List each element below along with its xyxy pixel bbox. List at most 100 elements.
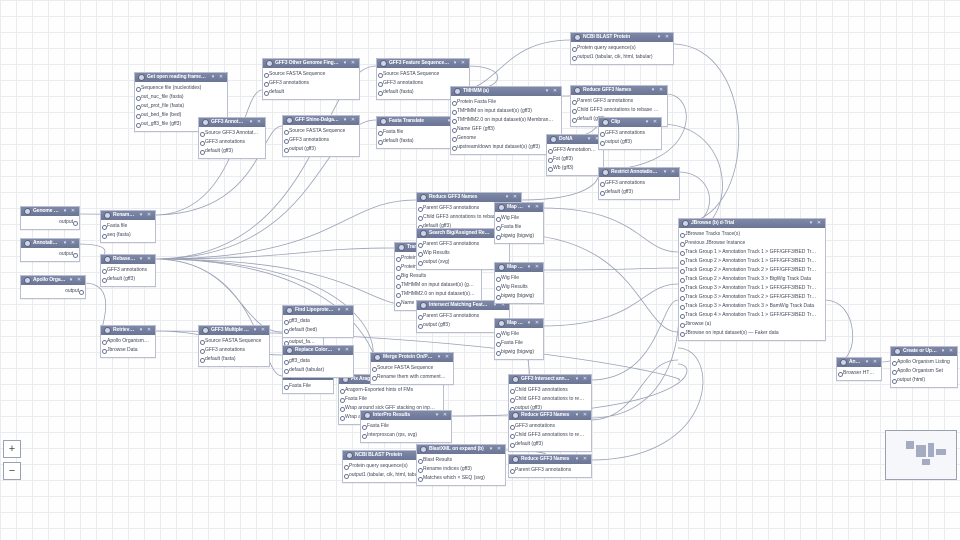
workflow-node[interactable]: Find Lipoprotein (b)▾✕gff3_datadefault (… xyxy=(282,305,354,338)
workflow-node[interactable]: Reduce GFF3 Names▾✕GFF3 annotationsChild… xyxy=(508,410,592,452)
gear-icon[interactable] xyxy=(380,118,387,125)
gear-icon[interactable] xyxy=(512,376,519,383)
workflow-node[interactable]: Annotate▾✕Browser HTML Output xyxy=(836,357,882,381)
node-header[interactable]: TMHMM (a)▾✕ xyxy=(451,87,561,96)
collapse-icon[interactable]: ▾ xyxy=(436,355,442,361)
input-port[interactable]: GFF3 Annotations (a) xyxy=(547,146,603,155)
collapse-icon[interactable]: ▾ xyxy=(574,457,580,463)
input-port[interactable]: GFF3 annotations xyxy=(101,266,155,275)
gear-icon[interactable] xyxy=(420,230,427,237)
collapse-icon[interactable]: ▾ xyxy=(808,221,814,227)
workflow-node[interactable]: NCBI BLAST Protein▾✕Protein query sequen… xyxy=(570,32,674,65)
collapse-icon[interactable]: ▾ xyxy=(210,75,216,81)
input-port[interactable]: Track Group 3 > Annotation Track 3 > Bam… xyxy=(679,302,825,311)
workflow-node[interactable]: Create or Update Organism (a)▾✕Apollo Or… xyxy=(890,346,958,388)
workflow-node[interactable]: GFF Shine-Dalgarno (s)▾✕Source FASTA Seq… xyxy=(282,115,360,157)
workflow-node[interactable]: Rebase GFF3 File▾✕GFF3 annotationsdefaul… xyxy=(100,254,156,287)
input-port[interactable]: out_nuc_file (fasta) xyxy=(135,93,227,102)
gear-icon[interactable] xyxy=(602,169,609,176)
gear-icon[interactable] xyxy=(104,327,111,334)
node-header[interactable]: Map to BigWig▾✕ xyxy=(495,203,543,212)
gear-icon[interactable] xyxy=(512,456,519,463)
close-icon[interactable]: ✕ xyxy=(146,257,152,263)
collapse-icon[interactable]: ▾ xyxy=(656,35,662,41)
input-port[interactable]: Track Group 1 > Annotation Track 1 > GFF… xyxy=(679,248,825,257)
workflow-node[interactable]: Restrict Annotation Feature (a)▾✕GFF3 an… xyxy=(598,167,680,200)
input-port[interactable]: Source FASTA Sequence xyxy=(377,70,469,79)
node-header[interactable]: JBrowse (b) d-Trial▾✕ xyxy=(679,219,825,228)
node-header[interactable]: Map to BigWig▾✕ xyxy=(495,263,543,272)
input-port[interactable]: default xyxy=(263,88,359,97)
input-port[interactable]: out_prot_file (fasta) xyxy=(135,102,227,111)
collapse-icon[interactable]: ▾ xyxy=(434,413,440,419)
workflow-node[interactable]: GFF3 Annotation Set (a)▾✕Source GFF3 Ann… xyxy=(198,117,266,159)
input-port[interactable]: GFF3 annotations xyxy=(283,136,359,145)
input-port[interactable]: Child GFF3 annotations xyxy=(509,386,591,395)
close-icon[interactable]: ✕ xyxy=(582,457,588,463)
workflow-node[interactable]: BlastXML on expand (b)▾✕Blast ResultsRen… xyxy=(416,444,506,486)
close-icon[interactable]: ✕ xyxy=(218,75,224,81)
node-header[interactable]: Clip▾✕ xyxy=(599,118,661,127)
collapse-icon[interactable]: ▾ xyxy=(488,447,494,453)
input-port[interactable]: Wig File xyxy=(495,330,543,339)
input-port[interactable]: Source FASTA Sequence xyxy=(263,70,359,79)
close-icon[interactable]: ✕ xyxy=(70,241,76,247)
node-header[interactable]: Retrieve Jbrowse (a)▾✕ xyxy=(101,326,155,335)
gear-icon[interactable] xyxy=(202,327,209,334)
collapse-icon[interactable]: ▾ xyxy=(544,89,550,95)
node-header[interactable]: GFF3 Other Genome Finger (dark)▾✕ xyxy=(263,59,359,68)
input-port[interactable]: Track Group 2 > Annotation Track 3 > Big… xyxy=(679,275,825,284)
collapse-icon[interactable]: ▾ xyxy=(138,213,144,219)
collapse-icon[interactable]: ▾ xyxy=(62,241,68,247)
input-port[interactable]: output (gff3) xyxy=(599,138,661,147)
input-port[interactable]: default (bed) xyxy=(283,326,353,335)
node-header[interactable]: Find Lipoprotein (b)▾✕ xyxy=(283,306,353,315)
input-port[interactable]: Track Group 2 > Annotation Track 2 > GFF… xyxy=(679,266,825,275)
input-port[interactable]: Wip Results xyxy=(417,249,509,258)
node-header[interactable]: Annotate▾✕ xyxy=(837,358,881,367)
input-port[interactable]: bigwig (bigwig) xyxy=(495,232,543,241)
input-port[interactable]: Parent GFF3 annotations xyxy=(509,466,591,475)
zoom-in-button[interactable]: + xyxy=(3,440,21,458)
collapse-icon[interactable]: ▾ xyxy=(68,278,74,284)
collapse-icon[interactable]: ▾ xyxy=(342,118,348,124)
node-header[interactable]: GFF3 Feature Sequence Export (a)▾✕ xyxy=(377,59,469,68)
close-icon[interactable]: ✕ xyxy=(146,328,152,334)
gear-icon[interactable] xyxy=(840,359,847,366)
close-icon[interactable]: ✕ xyxy=(344,348,350,354)
node-header[interactable]: GFF3 Multiple Sequence (a)▾✕ xyxy=(199,326,269,335)
gear-icon[interactable] xyxy=(420,194,427,201)
collapse-icon[interactable]: ▾ xyxy=(336,308,342,314)
close-icon[interactable]: ✕ xyxy=(816,221,822,227)
input-port[interactable]: Jbrowse (a) xyxy=(679,320,825,329)
gear-icon[interactable] xyxy=(454,88,461,95)
gear-icon[interactable] xyxy=(894,348,901,355)
input-port[interactable]: Fasta File xyxy=(361,422,451,431)
gear-icon[interactable] xyxy=(202,119,209,126)
collapse-icon[interactable]: ▾ xyxy=(526,265,532,271)
input-port[interactable]: Source FASTA Sequence xyxy=(371,364,453,373)
input-port[interactable]: Big Results xyxy=(395,272,481,281)
gear-icon[interactable] xyxy=(24,277,31,284)
input-port[interactable]: Genome xyxy=(451,134,561,143)
input-port[interactable]: Protein query sequence(s) xyxy=(571,44,673,53)
input-port[interactable]: Apollo Organism Set xyxy=(891,367,957,376)
gear-icon[interactable] xyxy=(498,264,505,271)
close-icon[interactable]: ✕ xyxy=(442,413,448,419)
collapse-icon[interactable]: ▾ xyxy=(574,377,580,383)
input-port[interactable]: Fasta file xyxy=(495,223,543,232)
input-port[interactable]: Jbrowse Data xyxy=(101,346,155,355)
gear-icon[interactable] xyxy=(138,74,145,81)
close-icon[interactable]: ✕ xyxy=(460,61,466,67)
collapse-icon[interactable]: ▾ xyxy=(248,120,254,126)
close-icon[interactable]: ✕ xyxy=(534,265,540,271)
input-port[interactable]: Track Group 2 > Annotation Track 1 > GFF… xyxy=(679,257,825,266)
gear-icon[interactable] xyxy=(286,347,293,354)
input-port[interactable]: Matches which × SEQ (svg) xyxy=(417,474,505,483)
workflow-node[interactable]: Clip▾✕GFF3 annotationsoutput (gff3) xyxy=(598,117,662,150)
output-port[interactable]: output xyxy=(21,287,85,296)
input-port[interactable]: Wig File xyxy=(495,214,543,223)
input-port[interactable]: Child GFF3 annotations to rebase against… xyxy=(509,431,591,440)
node-header[interactable]: GFF3 Annotation Set (a)▾✕ xyxy=(199,118,265,127)
node-header[interactable]: Get open reading frames (ORFs) of coding… xyxy=(135,73,227,82)
